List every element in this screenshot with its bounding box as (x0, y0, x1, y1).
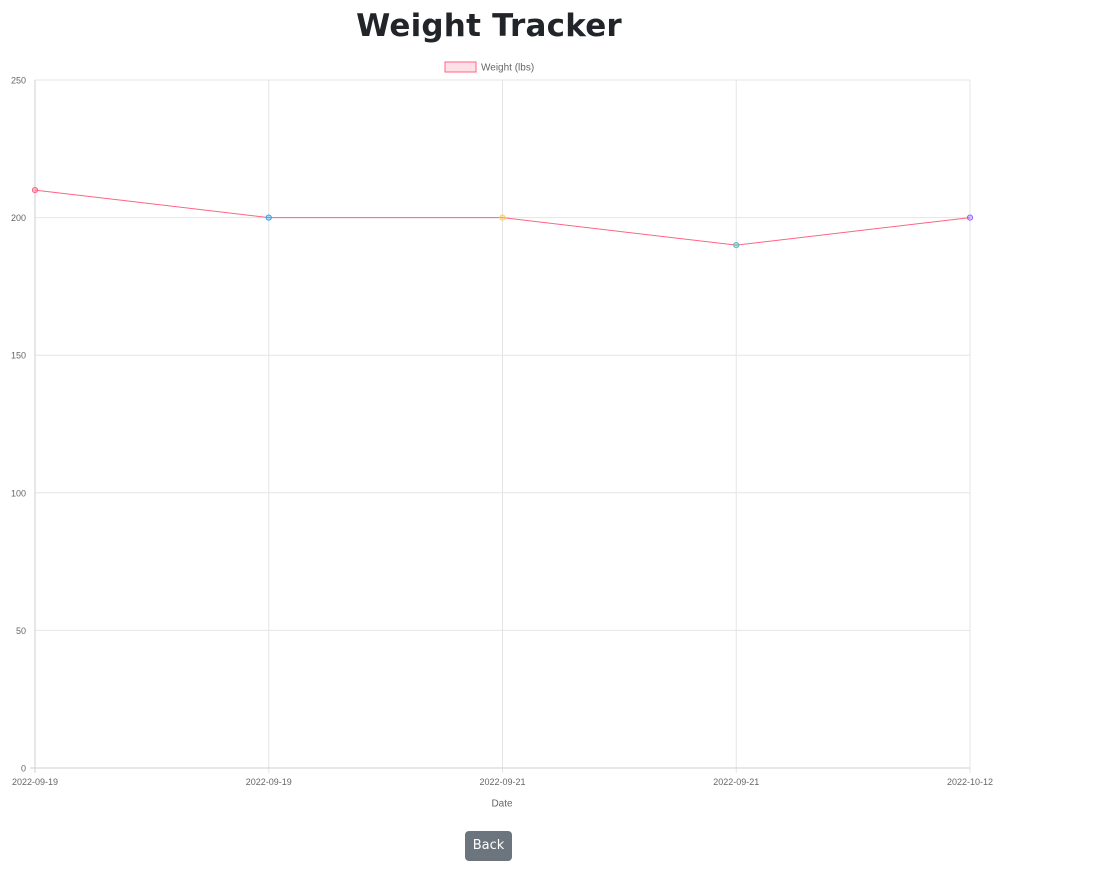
data-point (265, 214, 272, 221)
legend-label: Weight (lbs) (481, 63, 534, 74)
data-point (733, 242, 740, 249)
y-tick-label: 150 (11, 351, 26, 361)
data-point (966, 214, 974, 221)
y-tick-label: 50 (16, 626, 26, 636)
grid-lines (35, 79, 971, 773)
y-tick-labels: 0 50 100 150 200 250 (11, 76, 26, 774)
x-axis-label: Date (491, 799, 513, 810)
data-point (499, 214, 506, 221)
x-tick-label: 2022-09-21 (713, 777, 759, 787)
x-tick-label: 2022-09-21 (479, 777, 525, 787)
x-tick-label: 2022-10-12 (947, 777, 993, 787)
x-tick-label: 2022-09-19 (12, 777, 58, 787)
axes (30, 80, 970, 773)
chart-legend[interactable]: Weight (lbs) (444, 61, 534, 74)
back-button[interactable]: Back (465, 831, 512, 861)
page: Weight Tracker 0 50 100 150 200 250 2022-09-1… (0, 0, 1102, 870)
x-tick-labels: 2022-09-19 2022-09-19 2022-09-21 2022-09-21… (12, 777, 993, 787)
x-tick-label: 2022-09-19 (246, 777, 292, 787)
y-tick-label: 200 (11, 213, 26, 223)
data-point (31, 186, 39, 194)
y-tick-label: 0 (21, 764, 26, 774)
legend-swatch (444, 61, 477, 73)
weight-chart: 050100150200250 2022-09-19 2022-09-19 2022… (11, 61, 993, 810)
y-tick-label: 250 (11, 76, 26, 86)
y-tick-label: 100 (11, 488, 26, 498)
